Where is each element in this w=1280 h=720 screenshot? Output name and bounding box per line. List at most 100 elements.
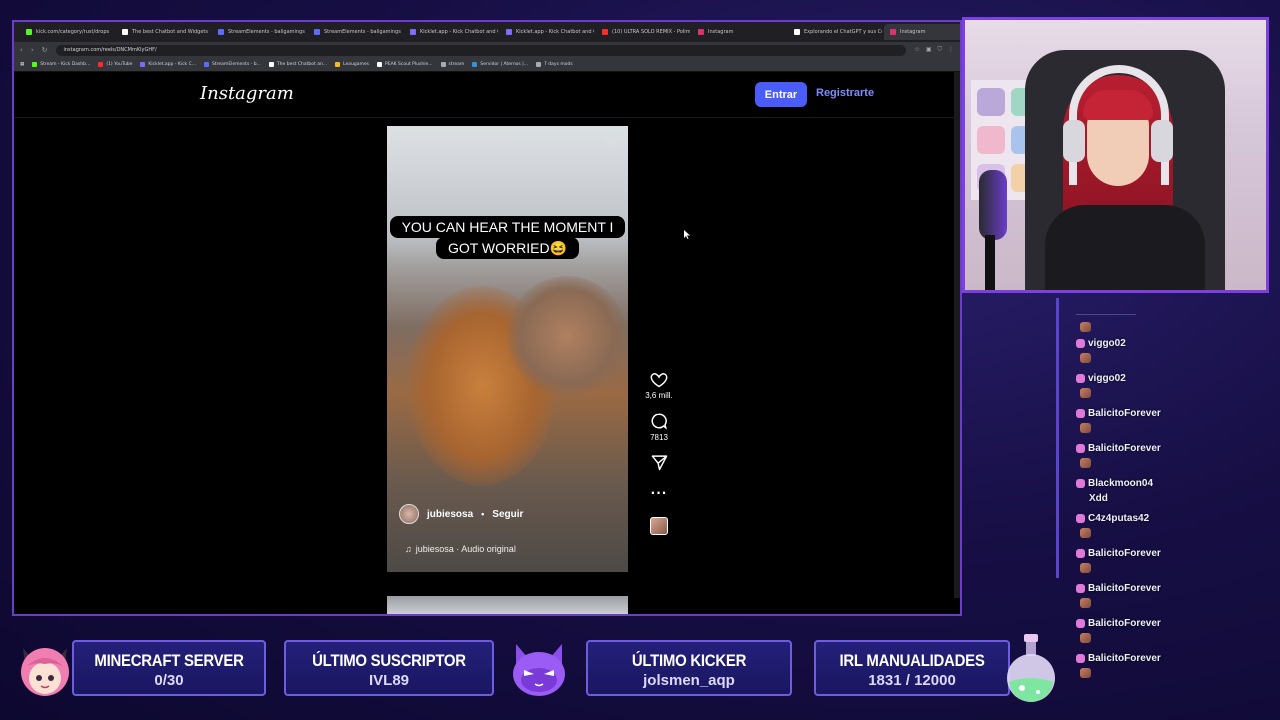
browser-tab[interactable]: Kicklet.app - Kick Chatbot and Ov <box>404 24 498 40</box>
browser-tab[interactable]: StreamElements - baligamings <box>308 24 402 40</box>
reel-video[interactable]: YOU CAN HEAR THE MOMENT I GOT WORRIED😆 j… <box>387 126 628 572</box>
audio-thumbnail[interactable] <box>650 517 668 535</box>
browser-tab[interactable]: Instagram <box>884 24 960 40</box>
extension-icon[interactable]: ▣ <box>926 46 932 54</box>
bookmark-item[interactable]: stream <box>440 62 465 67</box>
chat-username[interactable]: viggo02 <box>1088 373 1126 384</box>
bookmark-favicon-icon <box>268 62 274 67</box>
minecraft-title: MINECRAFT SERVER <box>94 651 244 670</box>
bookmark-item[interactable]: Stream - Kick Dashb... <box>32 62 90 67</box>
chat-username[interactable]: BalicitoForever <box>1088 548 1161 559</box>
chat-message: BalicitoForever <box>1076 546 1161 560</box>
separator-dot: • <box>481 509 485 519</box>
send-icon[interactable] <box>651 454 668 471</box>
chat-rail <box>1056 298 1059 578</box>
tab-favicon-icon <box>602 29 608 35</box>
browser-tab[interactable]: Instagram <box>692 24 786 40</box>
chat-message: viggo02 <box>1076 371 1126 385</box>
page-scrollbar[interactable] <box>954 72 960 598</box>
menu-icon[interactable]: ⋮ <box>948 46 954 54</box>
chat-username[interactable]: BalicitoForever <box>1088 618 1161 629</box>
tab-favicon-icon <box>698 29 704 35</box>
last-kicker-widget: ÚLTIMO KICKER jolsmen_aqp <box>586 640 792 696</box>
chat-badge-icon <box>1076 443 1085 453</box>
bookmark-favicon-icon <box>377 62 383 67</box>
audio-thumb-action[interactable] <box>644 509 674 535</box>
browser-tab[interactable]: The best Chatbot and Widgets fo <box>116 24 210 40</box>
chat-emote-icon <box>1080 322 1091 332</box>
browser-tab[interactable]: kick.com/category/rust/drops <box>20 24 114 40</box>
share-action[interactable] <box>644 454 674 471</box>
irl-title: IRL MANUALIDADES <box>839 651 985 670</box>
bookmark-item[interactable]: (1) YouTube <box>98 62 132 67</box>
apps-icon[interactable]: ▦ <box>20 62 24 67</box>
bookmark-item[interactable]: PEAK Scout Plushie... <box>377 62 433 67</box>
bookmark-favicon-icon <box>440 62 446 67</box>
author-avatar[interactable] <box>399 504 419 524</box>
tab-label: (10) ULTRA SOLO REMIX - Polima <box>612 29 690 35</box>
forward-icon[interactable]: › <box>31 46 34 54</box>
like-action[interactable]: 3,6 mill. <box>644 372 674 400</box>
browser-tab[interactable]: Explorando el ChatGPT y sus Cursos <box>788 24 882 40</box>
author-username[interactable]: jubiesosa <box>427 509 473 520</box>
chat-message: BalicitoForever <box>1076 651 1161 665</box>
bookmark-item[interactable]: Kicklet.app - Kick C... <box>140 62 196 67</box>
streamer-shirt <box>1045 205 1205 290</box>
kicker-title: ÚLTIMO KICKER <box>631 651 747 670</box>
chat-username[interactable]: BalicitoForever <box>1088 583 1161 594</box>
more-options-icon[interactable]: ... <box>651 483 668 497</box>
browser-tab[interactable]: StreamElements - baligamings <box>212 24 306 40</box>
bookmark-item[interactable]: StreamElements - b... <box>204 62 261 67</box>
browser-window: kick.com/category/rust/drops The best Cha… <box>12 20 962 616</box>
chat-username[interactable]: BalicitoForever <box>1088 443 1161 454</box>
potion-bottle-icon <box>1007 634 1055 702</box>
minecraft-server-widget: MINECRAFT SERVER 0/30 <box>72 640 266 696</box>
bookmark-favicon-icon <box>140 62 146 67</box>
chat-badge-icon <box>1076 478 1085 488</box>
bookmark-favicon-icon <box>98 62 104 67</box>
caption-line-2: GOT WORRIED😆 <box>435 237 580 259</box>
chat-username[interactable]: Blackmoon04 <box>1088 478 1153 489</box>
tab-favicon-icon <box>26 29 32 35</box>
reload-icon[interactable]: ↻ <box>42 46 48 54</box>
chat-emote-icon <box>1080 388 1091 398</box>
browser-tab[interactable]: (10) ULTRA SOLO REMIX - Polima <box>596 24 690 40</box>
tab-strip: kick.com/category/rust/drops The best Cha… <box>14 22 960 42</box>
comment-icon[interactable] <box>650 412 668 430</box>
browser-tab[interactable]: Kicklet.app - Kick Chatbot and Ov <box>500 24 594 40</box>
reel-audio[interactable]: ♫ jubiesosa · Audio original <box>405 544 516 554</box>
address-input[interactable]: instagram.com/reels/DNCMmKlyGHF/ <box>55 44 907 56</box>
more-action[interactable]: ... <box>644 483 674 497</box>
chat-username[interactable]: viggo02 <box>1088 338 1126 349</box>
speaker-icon[interactable] <box>604 136 618 150</box>
follow-button[interactable]: Seguir <box>492 509 523 520</box>
chat-emote-icon <box>1080 633 1091 643</box>
chat-badge-icon <box>1076 548 1085 558</box>
chat-divider <box>1076 314 1136 315</box>
bookmark-label: stream <box>448 62 465 67</box>
chat-badge-icon <box>1076 408 1085 418</box>
bookmark-item[interactable]: 7 days mods <box>536 62 573 67</box>
login-button[interactable]: Entrar <box>755 82 807 107</box>
back-icon[interactable]: ‹ <box>20 46 23 54</box>
bookmark-favicon-icon <box>32 62 38 67</box>
chat-emote-icon <box>1080 598 1091 608</box>
chat-message: BalicitoForever <box>1076 406 1161 420</box>
comment-action[interactable]: 7813 <box>644 412 674 442</box>
register-link[interactable]: Registrarte <box>816 87 874 99</box>
bookmark-item[interactable]: The best Chatbot an... <box>268 62 327 67</box>
chat-username[interactable]: BalicitoForever <box>1088 653 1161 664</box>
bookmark-star-icon[interactable]: ☆ <box>914 46 919 54</box>
bookmark-item[interactable]: Leaugames <box>335 62 369 67</box>
instagram-logo[interactable]: Instagram <box>200 83 294 104</box>
irl-progress: 1831 / 12000 <box>816 672 1008 689</box>
heart-icon[interactable] <box>650 372 668 388</box>
chat-username[interactable]: C4z4putas42 <box>1088 513 1149 524</box>
chat-username[interactable]: BalicitoForever <box>1088 408 1161 419</box>
kicker-value: jolsmen_aqp <box>643 672 735 689</box>
shield-icon[interactable]: ⛉ <box>937 46 942 54</box>
stream-chat: viggo02 viggo02 BalicitoForever BalicitoFor… <box>1056 298 1280 678</box>
tab-label: Instagram <box>900 29 926 35</box>
next-reel-preview[interactable] <box>387 596 628 614</box>
bookmark-item[interactable]: Servidor | Aternos |... <box>472 62 528 67</box>
